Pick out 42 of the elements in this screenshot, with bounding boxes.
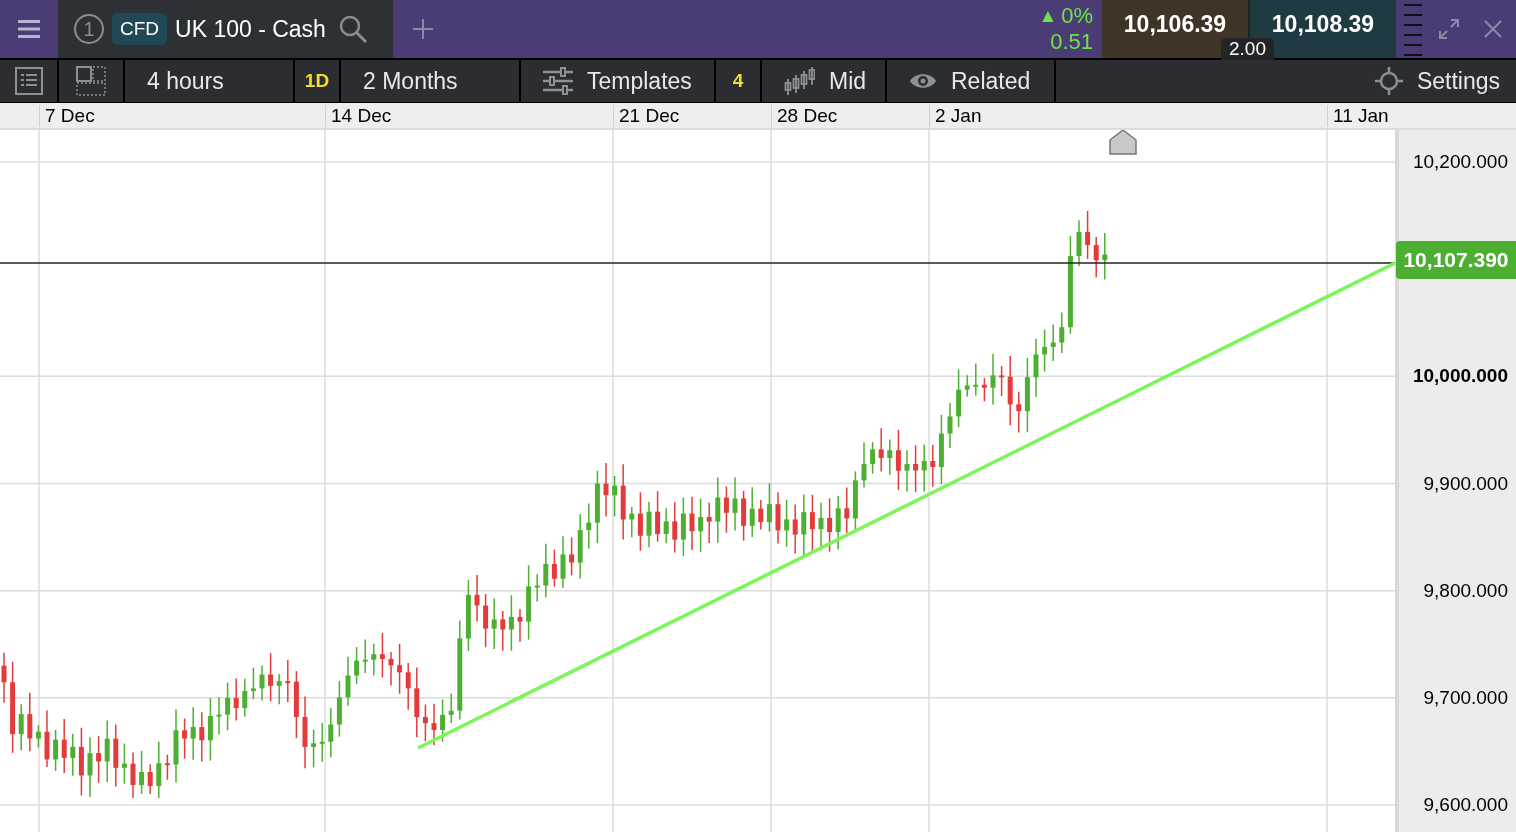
instrument-tab[interactable]: 1 CFD UK 100 - Cash: [58, 0, 393, 58]
close-icon[interactable]: [1484, 20, 1502, 38]
price-label: 9,700.000: [1423, 686, 1508, 709]
toolbar-badge-button[interactable]: 4: [716, 60, 760, 102]
sliders-icon: [543, 67, 573, 95]
date-label: 21 Dec: [613, 105, 680, 127]
gear-icon: [1374, 67, 1403, 95]
plus-icon: [413, 19, 433, 39]
instrument-type-badge: CFD: [112, 12, 168, 46]
date-label: 28 Dec: [771, 105, 838, 127]
toolbar-button[interactable]: Templates: [521, 60, 714, 102]
price-label: 10,000.000: [1412, 365, 1508, 388]
price-label: 9,600.000: [1423, 794, 1508, 816]
date-label: 11 Jan: [1327, 105, 1389, 127]
price-label: 9,900.000: [1423, 472, 1508, 495]
expand-icon[interactable]: [1438, 18, 1460, 40]
up-arrow-icon: ▲: [1038, 3, 1058, 29]
price-label: 9,800.000: [1423, 579, 1508, 602]
toolbar-button[interactable]: Mid: [762, 60, 885, 102]
toolbar-button[interactable]: [59, 60, 123, 102]
toolbar-button[interactable]: Settings: [1056, 60, 1516, 102]
candlestick-icon: [784, 67, 815, 95]
tab-number: 1: [74, 14, 104, 44]
date-label: 7 Dec: [39, 105, 95, 127]
date-label: 14 Dec: [325, 105, 392, 127]
date-label: 2 Jan: [929, 105, 982, 127]
current-price-label: 10,107.390: [1396, 241, 1516, 279]
layout-icon: [76, 66, 106, 96]
search-icon[interactable]: [337, 14, 368, 44]
trend-line[interactable]: [417, 261, 1395, 750]
spread-badge: 2.00: [1221, 38, 1274, 60]
change-percent: 0%: [1061, 3, 1093, 29]
list-icon: [14, 67, 43, 95]
toolbar-badge-button[interactable]: 1D: [295, 60, 339, 102]
toolbar-button[interactable]: [0, 60, 57, 102]
dropdown-button[interactable]: 2 Months: [341, 60, 519, 102]
change-points: 0.51: [1050, 29, 1093, 55]
dropdown-button[interactable]: 4 hours: [125, 60, 293, 102]
price-label: 10,200.000: [1412, 151, 1508, 173]
instrument-name: UK 100 - Cash: [175, 14, 326, 44]
menu-icon: [17, 20, 40, 38]
toolbar-button[interactable]: Related: [887, 60, 1054, 102]
